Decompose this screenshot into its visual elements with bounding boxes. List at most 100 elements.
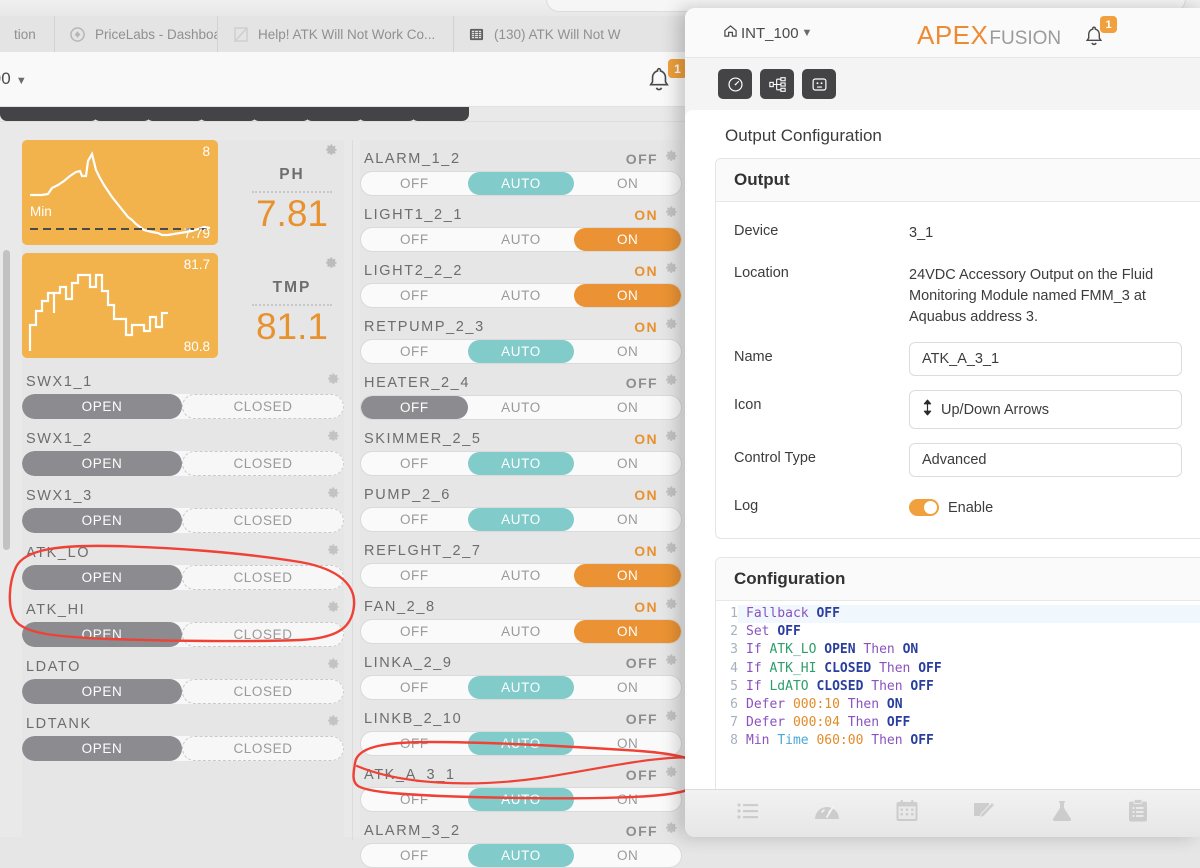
probe-card[interactable]: 81.7 80.8 TMP 81.1	[22, 253, 344, 362]
browser-tab[interactable]: Help! ATK Will Not Work Co...	[218, 16, 454, 52]
outlet-segment-auto[interactable]: AUTO	[468, 564, 575, 587]
outlet-segment-auto[interactable]: AUTO	[467, 172, 575, 195]
overlay-notification-bell[interactable]: 1	[1083, 16, 1117, 51]
code-line[interactable]: Fallback OFF	[738, 605, 1200, 624]
outlet-toggle-group[interactable]: OFF AUTO ON	[360, 675, 682, 700]
notification-bell[interactable]: 1	[646, 59, 687, 100]
icon-select[interactable]: Up/Down Arrows	[909, 390, 1182, 430]
outlet-toggle-group[interactable]: OFF AUTO ON	[360, 451, 682, 476]
outlet-toggle-group[interactable]: OFF AUTO ON	[360, 171, 682, 196]
nav-pill[interactable]	[146, 107, 204, 121]
outlet-segment-auto[interactable]: AUTO	[467, 844, 575, 867]
outlet-toggle-group[interactable]: OFF AUTO ON	[360, 619, 682, 644]
outlet-segment-on[interactable]: ON	[574, 676, 681, 699]
gear-icon[interactable]	[326, 372, 340, 391]
site-selector[interactable]: 100 ▼	[0, 69, 27, 89]
nav-pill[interactable]	[252, 107, 310, 121]
outlet-segment-on[interactable]: ON	[574, 620, 681, 643]
code-line[interactable]: Set OFF	[738, 623, 1200, 641]
code-line[interactable]: If ATK_LO OPEN Then ON	[738, 641, 1200, 659]
outlet-segment-on[interactable]: ON	[574, 452, 681, 475]
probe-graph[interactable]: 81.7 80.8	[22, 253, 218, 358]
switch-toggle-group[interactable]: OPEN CLOSED	[22, 622, 344, 647]
outlet-segment-off[interactable]: OFF	[361, 676, 468, 699]
gear-icon[interactable]	[326, 600, 340, 619]
switch-toggle-group[interactable]: OPEN CLOSED	[22, 679, 344, 704]
edit-icon[interactable]	[972, 799, 996, 828]
code-line[interactable]: If ATK_HI CLOSED Then OFF	[738, 660, 1200, 678]
outlet-toggle-group[interactable]: OFF AUTO ON	[360, 843, 682, 868]
outlet-segment-auto[interactable]: AUTO	[468, 396, 575, 419]
outlet-toggle-group[interactable]: OFF AUTO ON	[360, 787, 682, 812]
control-type-select[interactable]: Advanced	[909, 443, 1182, 478]
gear-icon[interactable]	[326, 486, 340, 505]
gear-icon[interactable]	[664, 821, 678, 840]
switch-segment-open[interactable]: OPEN	[22, 394, 182, 419]
outlet-segment-auto[interactable]: AUTO	[467, 452, 575, 475]
gear-icon[interactable]	[664, 541, 678, 560]
switch-segment-open[interactable]: OPEN	[22, 508, 182, 533]
gear-icon[interactable]	[664, 149, 678, 168]
outlet-segment-on[interactable]: ON	[574, 844, 681, 867]
code-lines[interactable]: Fallback OFF Set OFF If ATK_LO OPEN Then O…	[738, 601, 1200, 797]
outlet-segment-off[interactable]: OFF	[361, 508, 468, 531]
outlet-segment-off[interactable]: OFF	[361, 788, 468, 811]
gear-icon[interactable]	[664, 261, 678, 280]
browser-tab[interactable]: (130) ATK Will Not W	[454, 16, 694, 52]
outlet-segment-on[interactable]: ON	[574, 172, 681, 195]
outlet-segment-on[interactable]: ON	[574, 508, 681, 531]
nav-pill[interactable]	[40, 107, 98, 121]
switch-segment-closed[interactable]: CLOSED	[182, 679, 344, 704]
outlet-segment-auto[interactable]: AUTO	[467, 676, 575, 699]
switch-toggle-group[interactable]: OPEN CLOSED	[22, 451, 344, 476]
gear-icon[interactable]	[664, 373, 678, 392]
gear-icon[interactable]	[664, 765, 678, 784]
outlet-toggle-group[interactable]: OFF AUTO ON	[360, 731, 682, 756]
outlet-segment-off[interactable]: OFF	[361, 172, 468, 195]
code-line[interactable]: If LdATO CLOSED Then OFF	[738, 678, 1200, 696]
outlet-segment-on[interactable]: ON	[574, 732, 681, 755]
switch-segment-open[interactable]: OPEN	[22, 451, 182, 476]
outlet-segment-on[interactable]: ON	[574, 564, 681, 587]
gear-icon[interactable]	[326, 429, 340, 448]
outlet-segment-off[interactable]: OFF	[361, 564, 468, 587]
outlet-segment-auto[interactable]: AUTO	[467, 788, 575, 811]
nav-pill[interactable]	[199, 107, 257, 121]
gear-icon[interactable]	[664, 205, 678, 224]
name-input[interactable]: ATK_A_3_1	[909, 342, 1182, 377]
outlet-segment-off[interactable]: OFF	[361, 620, 468, 643]
outlet-segment-off[interactable]: OFF	[361, 452, 468, 475]
gear-icon[interactable]	[664, 597, 678, 616]
gauge-icon[interactable]	[813, 799, 841, 828]
outlet-segment-on[interactable]: ON	[574, 396, 681, 419]
gear-icon[interactable]	[326, 657, 340, 676]
outlet-segment-auto[interactable]: AUTO	[467, 732, 575, 755]
configuration-editor[interactable]: 12345678 Fallback OFF Set OFF If ATK_LO OP…	[716, 601, 1200, 797]
switch-segment-closed[interactable]: CLOSED	[182, 736, 344, 761]
log-toggle[interactable]	[909, 499, 939, 517]
overlay-site-selector[interactable]: INT_100 ▼	[723, 24, 812, 42]
outlet-segment-auto[interactable]: AUTO	[468, 620, 575, 643]
outlet-toggle-group[interactable]: OFF AUTO ON	[360, 283, 682, 308]
outlet-toggle-group[interactable]: OFF AUTO ON	[360, 339, 682, 364]
outlet-segment-auto[interactable]: AUTO	[467, 340, 575, 363]
outlet-segment-on[interactable]: ON	[574, 340, 681, 363]
nav-pill[interactable]	[411, 107, 469, 121]
outlet-segment-auto[interactable]: AUTO	[468, 284, 575, 307]
outlet-segment-auto[interactable]: AUTO	[467, 508, 575, 531]
outlet-segment-auto[interactable]: AUTO	[468, 228, 575, 251]
switch-toggle-group[interactable]: OPEN CLOSED	[22, 394, 344, 419]
switch-segment-closed[interactable]: CLOSED	[182, 565, 344, 590]
code-line[interactable]: Defer 000:10 Then ON	[738, 696, 1200, 714]
outlet-segment-off[interactable]: OFF	[361, 284, 468, 307]
outlet-segment-on[interactable]: ON	[574, 284, 681, 307]
gear-icon[interactable]	[664, 653, 678, 672]
outlet-toggle-group[interactable]: OFF AUTO ON	[360, 227, 682, 252]
switch-toggle-group[interactable]: OPEN CLOSED	[22, 565, 344, 590]
gear-icon[interactable]	[324, 256, 338, 275]
list-icon[interactable]	[736, 800, 760, 827]
switch-segment-closed[interactable]: CLOSED	[182, 508, 344, 533]
switch-toggle-group[interactable]: OPEN CLOSED	[22, 508, 344, 533]
outlet-segment-off[interactable]: OFF	[361, 228, 468, 251]
gear-icon[interactable]	[664, 429, 678, 448]
